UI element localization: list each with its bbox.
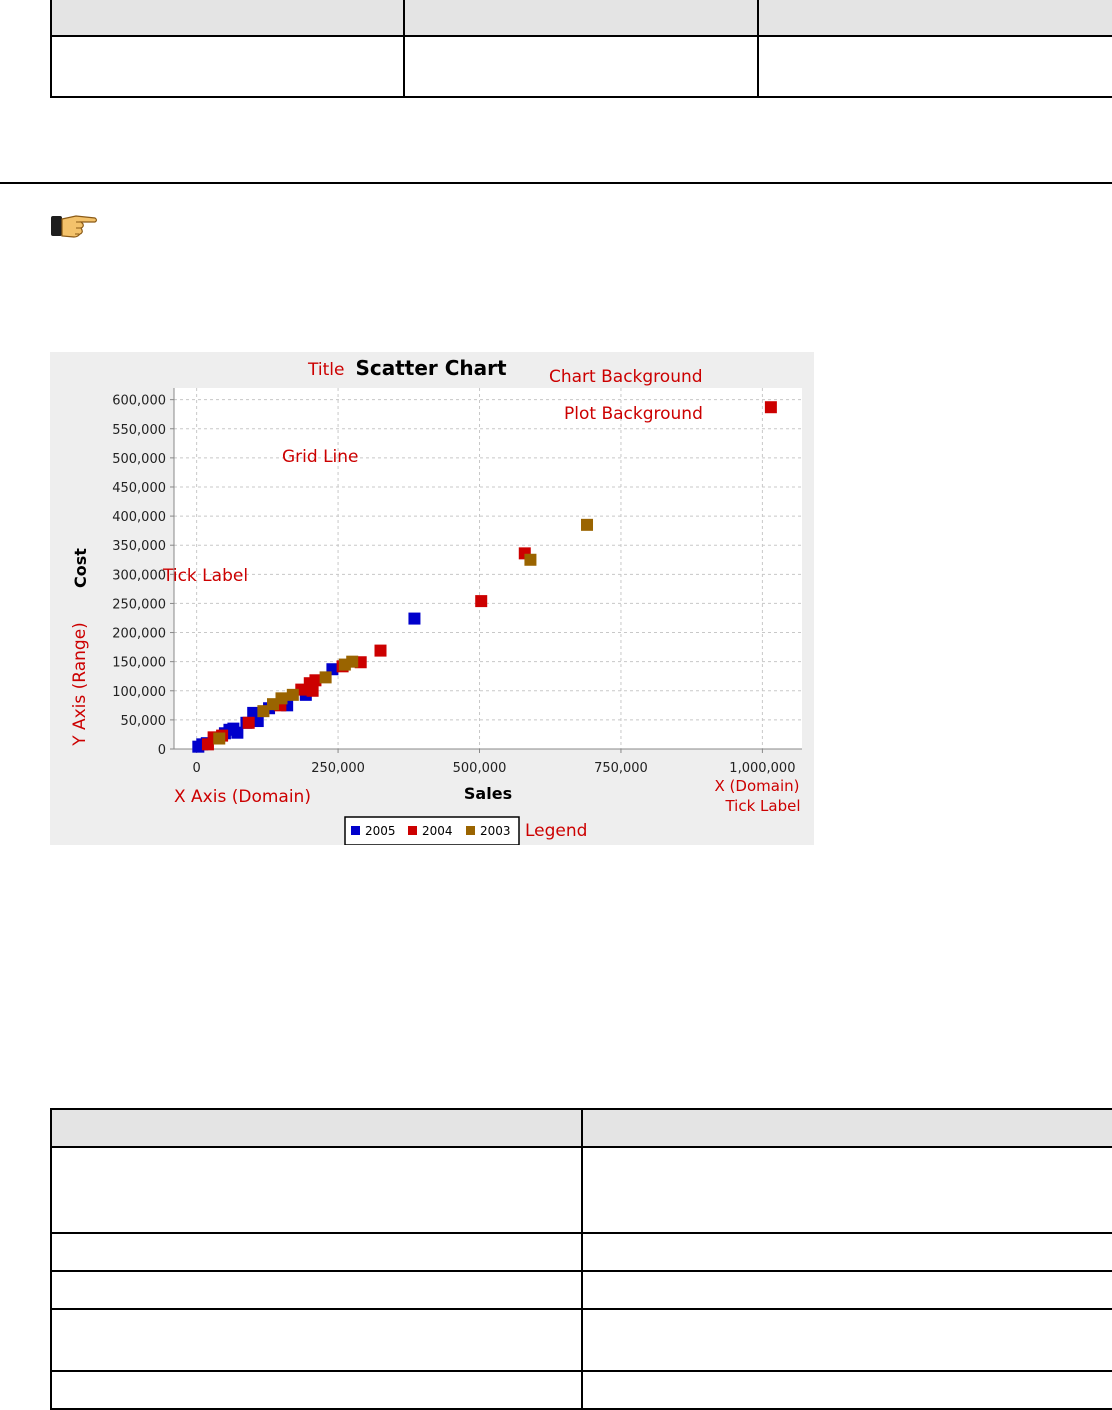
table-header-cell [50, 0, 405, 37]
annotation-label: Legend [525, 821, 587, 841]
table-cell [581, 1146, 1112, 1234]
x-tick-label: 750,000 [594, 761, 648, 776]
legend-label: 2005 [365, 824, 396, 838]
y-tick-label: 250,000 [112, 597, 166, 612]
table-cell [50, 1146, 583, 1234]
data-point-2003 [213, 732, 226, 745]
data-point-2004 [475, 595, 488, 608]
data-point-2003 [346, 655, 359, 668]
table-cell [50, 1370, 583, 1410]
table-row [50, 1370, 1112, 1410]
table-header-cell [403, 0, 759, 37]
x-tick-label: 1,000,000 [729, 761, 795, 776]
chart-title: Scatter Chart [355, 356, 507, 380]
annotation-label: Chart Background [549, 367, 703, 387]
y-axis-title: Cost [71, 548, 90, 588]
y-tick-label: 350,000 [112, 539, 166, 554]
table-header-row [50, 1108, 1112, 1148]
annotation-label: Tick Label [724, 797, 800, 815]
legend-label: 2003 [480, 824, 511, 838]
table-cell [403, 35, 759, 98]
y-tick-label: 150,000 [112, 656, 166, 671]
x-axis-title: Sales [464, 784, 512, 803]
y-tick-label: 50,000 [121, 714, 167, 729]
horizontal-rule [0, 182, 1112, 184]
bottom-table [50, 1108, 1112, 1410]
legend-swatch-2004 [408, 826, 417, 835]
data-point-2004 [242, 716, 255, 729]
chart-svg: 0 50,000 100,000 150,000 200,000 250,000 300,0… [50, 352, 814, 845]
annotation-label: X Axis (Domain) [174, 787, 311, 807]
annotation-label: Title [307, 360, 344, 380]
y-tick-label: 200,000 [112, 627, 166, 642]
legend-swatch-2003 [466, 826, 475, 835]
table-header-cell [50, 1108, 583, 1148]
data-point-2003 [581, 518, 594, 531]
annotation-label: Grid Line [282, 447, 359, 467]
y-tick-label: 550,000 [112, 423, 166, 438]
top-table [50, 0, 1112, 98]
data-point-2004 [374, 644, 387, 657]
y-tick-label: 600,000 [112, 394, 166, 409]
data-point-2004 [306, 684, 319, 697]
annotation-label: Tick Label [162, 566, 248, 586]
data-point-2003 [319, 671, 332, 684]
data-point-2003 [275, 692, 288, 705]
table-cell [50, 1270, 583, 1310]
table-cell [50, 1232, 583, 1272]
table-cell [581, 1370, 1112, 1410]
table-cell [757, 35, 1112, 98]
data-point-2003 [524, 553, 537, 566]
table-header-cell [757, 0, 1112, 37]
x-tick-label: 500,000 [453, 761, 507, 776]
legend-swatch-2005 [351, 826, 360, 835]
legend-label: 2004 [422, 824, 453, 838]
x-tick-label: 0 [192, 761, 200, 776]
table-cell [581, 1308, 1112, 1372]
y-tick-label: 300,000 [112, 568, 166, 583]
table-row [50, 35, 1112, 98]
y-tick-label: 0 [158, 743, 166, 758]
table-row [50, 1270, 1112, 1310]
y-tick-label: 100,000 [112, 685, 166, 700]
y-tick-label: 500,000 [112, 452, 166, 467]
table-row [50, 1308, 1112, 1372]
y-tick-label: 450,000 [112, 481, 166, 496]
annotation-label: X (Domain) [715, 777, 800, 795]
table-row [50, 1232, 1112, 1272]
table-cell [581, 1232, 1112, 1272]
annotation-y-axis-range: Y Axis (Range) [70, 622, 90, 747]
table-cell [50, 1308, 583, 1372]
x-tick-label: 250,000 [311, 761, 365, 776]
data-point-2005 [408, 612, 421, 625]
annotation-label: Plot Background [564, 404, 703, 424]
table-header-cell [581, 1108, 1112, 1148]
table-row [50, 1146, 1112, 1234]
data-point-2003 [286, 688, 299, 701]
pointing-hand-icon [51, 215, 98, 238]
table-header-row [50, 0, 1112, 37]
plot-background [174, 388, 802, 749]
scatter-chart: 0 50,000 100,000 150,000 200,000 250,000 300,0… [50, 352, 814, 845]
y-tick-label: 400,000 [112, 510, 166, 525]
data-point-2004 [764, 401, 777, 414]
table-cell [581, 1270, 1112, 1310]
table-cell [50, 35, 405, 98]
